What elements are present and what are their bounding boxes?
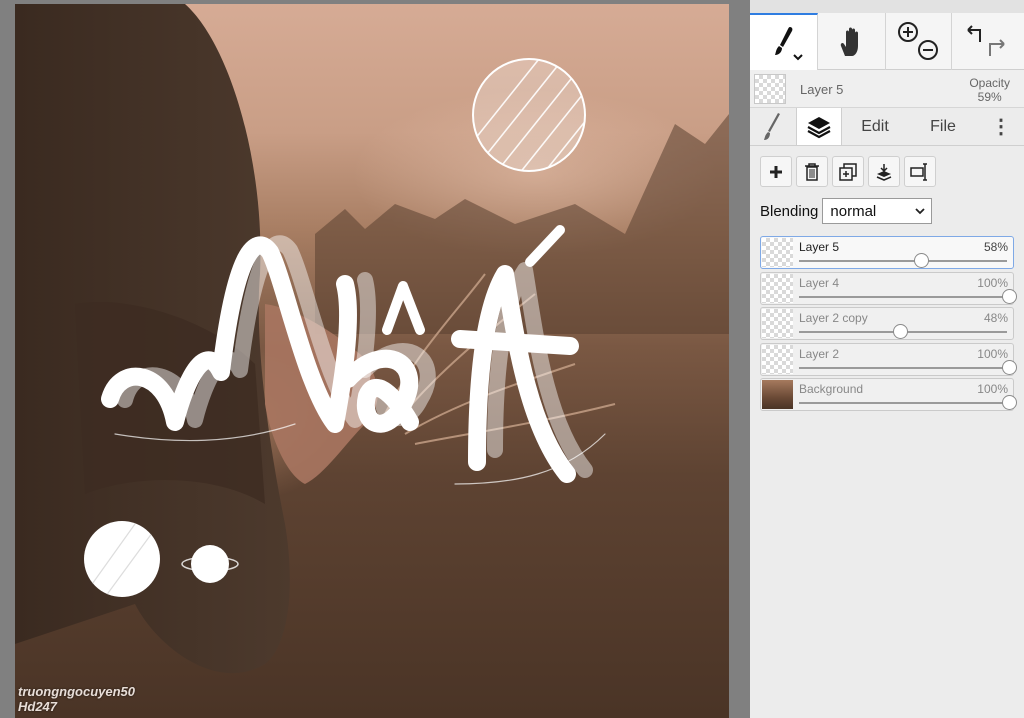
layer-name: Layer 2 xyxy=(799,346,840,361)
layer-thumbnail xyxy=(762,273,793,303)
zoom-out-icon xyxy=(917,39,938,60)
toolbar xyxy=(750,13,1024,70)
current-layer-opacity[interactable]: Opacity 59% xyxy=(969,76,1010,104)
hand-tool-button[interactable] xyxy=(818,13,886,70)
blending-mode-select[interactable]: normal xyxy=(822,198,933,224)
delete-layer-button[interactable] xyxy=(796,156,828,187)
layer-thumbnail xyxy=(762,380,793,409)
layer-thumbnail xyxy=(762,344,793,374)
layer-thumbnail xyxy=(762,309,793,338)
watermark-line2: Hd247 xyxy=(18,699,58,714)
layer-name: Background xyxy=(799,382,864,396)
tab-brush[interactable] xyxy=(750,108,796,145)
tab-edit[interactable]: Edit xyxy=(842,108,908,145)
layer-opacity-slider[interactable] xyxy=(799,366,1007,369)
zoom-in-icon xyxy=(897,21,918,42)
layer-name: Layer 5 xyxy=(799,240,840,254)
watermark-line1: truongngocuyen50 xyxy=(18,684,136,699)
merge-down-button[interactable] xyxy=(868,156,900,187)
layer-row[interactable]: Layer 2 100% xyxy=(760,342,1017,376)
layer-row[interactable]: Background 100% xyxy=(760,378,1017,411)
layer-properties-button[interactable] xyxy=(904,156,936,187)
blending-row: Blending normal xyxy=(760,198,933,224)
layer-opacity-slider-handle[interactable] xyxy=(1002,395,1017,410)
layer-opacity-slider-handle[interactable] xyxy=(1002,288,1017,304)
zoom-in-out-icons xyxy=(897,21,938,60)
trash-icon xyxy=(805,162,819,181)
current-layer-thumbnail xyxy=(754,74,786,104)
layer-opacity-value: 100% xyxy=(977,275,1008,290)
tab-layers[interactable] xyxy=(796,108,842,145)
moon-circle xyxy=(472,58,586,172)
layer-name: Layer 4 xyxy=(799,275,840,290)
layer-opacity-value: 100% xyxy=(977,382,1008,396)
duplicate-icon xyxy=(839,162,857,181)
blending-mode-value: normal xyxy=(830,202,877,220)
duplicate-layer-button[interactable] xyxy=(832,156,864,187)
panel-tabs: Edit File ⋮ xyxy=(750,108,1024,146)
layer-opacity-value: 100% xyxy=(977,346,1008,361)
tab-file[interactable]: File xyxy=(908,108,978,145)
layer-opacity-slider-handle[interactable] xyxy=(913,253,929,268)
watermark: truongngocuyen50 Hd247 xyxy=(18,684,135,714)
brush-tool-button[interactable] xyxy=(750,13,818,70)
canvas-area[interactable]: truongngocuyen50 Hd247 xyxy=(0,0,750,718)
zoom-tool-button[interactable] xyxy=(886,13,952,70)
layer-opacity-slider-handle[interactable] xyxy=(892,324,908,339)
layer-opacity-slider-handle[interactable] xyxy=(1002,359,1017,375)
layer-properties-icon xyxy=(910,162,927,181)
artwork-canvas[interactable]: truongngocuyen50 Hd247 xyxy=(15,4,729,718)
layer-opacity-value: 58% xyxy=(983,240,1008,254)
plus-icon xyxy=(770,165,782,178)
add-layer-button[interactable] xyxy=(760,156,792,187)
layers-icon xyxy=(807,116,831,138)
opacity-value: 59% xyxy=(977,90,1002,104)
current-layer-info: Layer 5 Opacity 59% xyxy=(750,70,1024,108)
brush-icon xyxy=(774,26,803,60)
layer-opacity-slider[interactable] xyxy=(799,295,1007,298)
layer-row[interactable]: Layer 2 copy 48% xyxy=(760,307,1014,340)
chevron-down-icon xyxy=(915,208,926,215)
hand-icon xyxy=(840,27,858,56)
layer-thumbnail xyxy=(762,238,793,267)
layer-opacity-slider[interactable] xyxy=(799,402,1007,404)
tool-panel: Layer 5 Opacity 59% Edit File ⋮ Blending… xyxy=(750,0,1024,718)
redo-icon xyxy=(989,38,1005,56)
panel-top-strip xyxy=(750,0,1024,13)
opacity-label: Opacity xyxy=(969,76,1010,90)
layer-list: Layer 5 58% Layer 4 100% Layer 2 copy 48% Laye… xyxy=(760,236,1017,414)
undo-redo-icons xyxy=(967,24,1005,56)
layer-row[interactable]: Layer 4 100% xyxy=(760,271,1017,305)
undo-icon xyxy=(967,24,981,42)
layer-name: Layer 2 copy xyxy=(799,311,868,325)
layer-row[interactable]: Layer 5 58% xyxy=(760,236,1014,269)
layer-opacity-value: 48% xyxy=(983,311,1008,325)
artwork-graphics xyxy=(15,4,729,674)
undo-redo-button[interactable] xyxy=(952,13,1024,70)
blending-label: Blending xyxy=(760,202,819,220)
more-menu-button[interactable]: ⋮ xyxy=(978,108,1024,145)
layer-opacity-slider[interactable] xyxy=(799,260,1007,262)
merge-down-icon xyxy=(876,163,892,181)
current-layer-name: Layer 5 xyxy=(800,82,844,97)
layer-actions xyxy=(760,156,936,187)
brush-tab-icon xyxy=(764,112,780,140)
